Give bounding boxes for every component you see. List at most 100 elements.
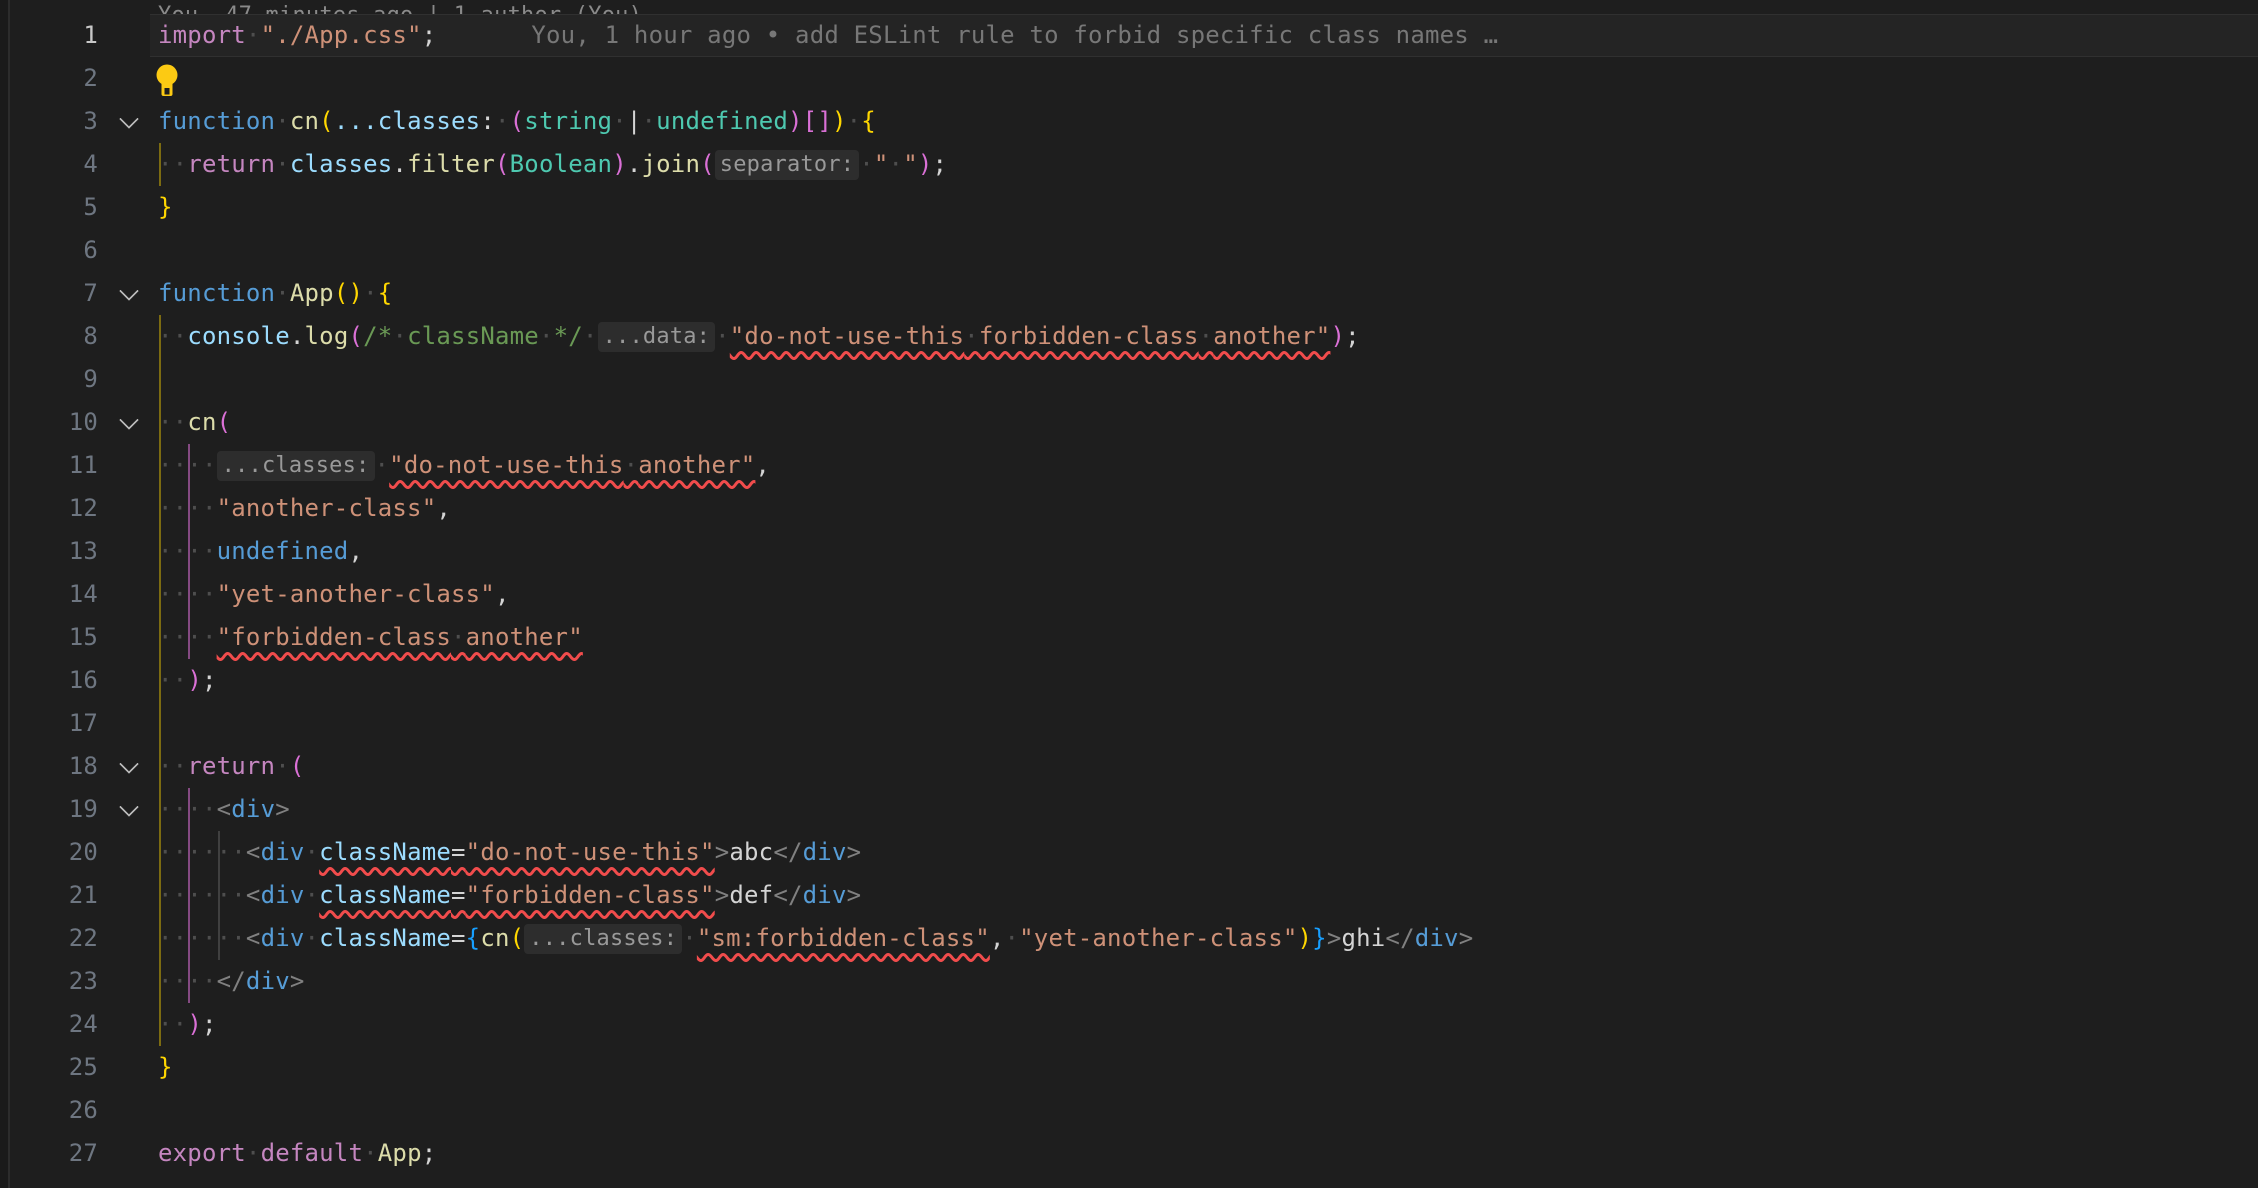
code-line-content[interactable]: function·cn(...classes:·(string·|·undefi… — [150, 100, 2258, 143]
code-line[interactable]: 26 — [0, 1089, 2258, 1132]
code-line[interactable]: 13 ····undefined, — [0, 530, 2258, 573]
fold-chevron-down-icon[interactable] — [119, 410, 139, 430]
code-line-content[interactable]: ····...classes:·"do-not-use-this·another… — [150, 444, 2258, 487]
code-line-content[interactable] — [150, 358, 2258, 401]
fold-gutter[interactable] — [98, 401, 150, 444]
code-line-content[interactable] — [150, 702, 2258, 745]
code-line[interactable]: 14 ····"yet-another-class", — [0, 573, 2258, 616]
code-line-content[interactable]: ····"another-class", — [150, 487, 2258, 530]
line-number[interactable]: 22 — [10, 917, 98, 960]
code-line[interactable]: 8 ··console.log(/*·className·*/·...data:·… — [0, 315, 2258, 358]
code-token: undefined — [656, 107, 788, 135]
line-number[interactable]: 5 — [10, 186, 98, 229]
code-line-content[interactable]: ··return·( — [150, 745, 2258, 788]
line-number[interactable]: 15 — [10, 616, 98, 659]
code-line[interactable]: 17 — [0, 702, 2258, 745]
code-token: , — [990, 924, 1005, 952]
line-number[interactable]: 13 — [10, 530, 98, 573]
line-number[interactable]: 17 — [10, 702, 98, 745]
code-line[interactable]: 7 function·App()·{ — [0, 272, 2258, 315]
code-line[interactable]: 21 ······<div·className="forbidden-class"… — [0, 874, 2258, 917]
code-line-content[interactable]: ······<div·className="do-not-use-this">a… — [150, 831, 2258, 874]
code-line-content[interactable] — [150, 1089, 2258, 1132]
line-number[interactable]: 14 — [10, 573, 98, 616]
line-number[interactable]: 9 — [10, 358, 98, 401]
code-line[interactable]: 24 ··); — [0, 1003, 2258, 1046]
quick-fix-lightbulb-icon[interactable] — [156, 64, 178, 98]
line-number[interactable]: 16 — [10, 659, 98, 702]
code-line[interactable]: 16 ··); — [0, 659, 2258, 702]
line-number[interactable]: 11 — [10, 444, 98, 487]
line-number[interactable]: 18 — [10, 745, 98, 788]
code-line[interactable]: 6 — [0, 229, 2258, 272]
whitespace-dots: ·· — [158, 150, 187, 178]
code-line-content[interactable]: } — [150, 1046, 2258, 1089]
code-line-content[interactable]: ······<div·className="forbidden-class">d… — [150, 874, 2258, 917]
code-editor[interactable]: You, 47 minutes ago | 1 author (You) 1 im… — [0, 0, 2258, 1188]
code-line[interactable]: 5} — [0, 186, 2258, 229]
line-number[interactable]: 10 — [10, 401, 98, 444]
code-line-content[interactable]: ······<div·className={cn(...classes:·"sm… — [150, 917, 2258, 960]
line-number[interactable]: 26 — [10, 1089, 98, 1132]
code-line[interactable]: 4 ··return·classes.filter(Boolean).join(s… — [0, 143, 2258, 186]
fold-gutter[interactable] — [98, 100, 150, 143]
codelens-text[interactable]: You, 47 minutes ago | 1 author (You) — [0, 2, 642, 14]
code-line-content[interactable]: ··console.log(/*·className·*/·...data:·"… — [150, 315, 2258, 358]
line-number[interactable]: 21 — [10, 874, 98, 917]
code-line[interactable]: 19 ····<div> — [0, 788, 2258, 831]
fold-chevron-down-icon[interactable] — [119, 281, 139, 301]
code-line-content[interactable]: } — [150, 186, 2258, 229]
code-line[interactable]: 1 import·"./App.css";You, 1 hour ago • ad… — [0, 14, 2258, 57]
code-line[interactable]: 11 ····...classes:·"do-not-use-this·anoth… — [0, 444, 2258, 487]
fold-gutter[interactable] — [98, 788, 150, 831]
fold-chevron-down-icon[interactable] — [119, 109, 139, 129]
code-line-content[interactable]: ····"yet-another-class", — [150, 573, 2258, 616]
line-number[interactable]: 20 — [10, 831, 98, 874]
fold-chevron-down-icon[interactable] — [119, 797, 139, 817]
code-line-content[interactable]: ··); — [150, 1003, 2258, 1046]
codelens-annotation[interactable]: You, 47 minutes ago | 1 author (You) — [0, 0, 2258, 14]
code-line[interactable]: 22 ······<div·className={cn(...classes:·"… — [0, 917, 2258, 960]
code-line-content[interactable]: ····<div> — [150, 788, 2258, 831]
code-line-content[interactable]: import·"./App.css";You, 1 hour ago • add… — [150, 14, 2258, 57]
code-line[interactable]: 25} — [0, 1046, 2258, 1089]
line-number[interactable]: 3 — [10, 100, 98, 143]
line-number[interactable]: 1 — [10, 14, 98, 57]
code-line[interactable]: 23 ····</div> — [0, 960, 2258, 1003]
line-number[interactable]: 24 — [10, 1003, 98, 1046]
code-line[interactable]: 20 ······<div·className="do-not-use-this"… — [0, 831, 2258, 874]
code-line[interactable]: 2 — [0, 57, 2258, 100]
line-number[interactable]: 6 — [10, 229, 98, 272]
code-token: ( — [510, 107, 525, 135]
line-number[interactable]: 4 — [10, 143, 98, 186]
code-line-content[interactable]: ····"forbidden-class·another" — [150, 616, 2258, 659]
code-line-content[interactable]: ··); — [150, 659, 2258, 702]
line-number[interactable]: 23 — [10, 960, 98, 1003]
code-line[interactable]: 3function·cn(...classes:·(string·|·undef… — [0, 100, 2258, 143]
code-token: cn — [290, 107, 319, 135]
code-line[interactable]: 10 ··cn( — [0, 401, 2258, 444]
code-line[interactable]: 12 ····"another-class", — [0, 487, 2258, 530]
line-number[interactable]: 12 — [10, 487, 98, 530]
fold-chevron-down-icon[interactable] — [119, 754, 139, 774]
code-line-content[interactable]: ····undefined, — [150, 530, 2258, 573]
line-number[interactable]: 7 — [10, 272, 98, 315]
fold-gutter[interactable] — [98, 272, 150, 315]
code-line-content[interactable] — [150, 229, 2258, 272]
code-line[interactable]: 18 ··return·( — [0, 745, 2258, 788]
line-number[interactable]: 19 — [10, 788, 98, 831]
code-line-content[interactable]: ····</div> — [150, 960, 2258, 1003]
line-number[interactable]: 25 — [10, 1046, 98, 1089]
code-line-content[interactable]: ··cn( — [150, 401, 2258, 444]
code-line[interactable]: 9 — [0, 358, 2258, 401]
line-number[interactable]: 2 — [10, 57, 98, 100]
line-number[interactable]: 27 — [10, 1132, 98, 1175]
code-line-content[interactable]: function·App()·{ — [150, 272, 2258, 315]
code-line[interactable]: 27 export·default·App; — [0, 1132, 2258, 1175]
code-line[interactable]: 15 ····"forbidden-class·another" — [0, 616, 2258, 659]
code-line-content[interactable]: ··return·classes.filter(Boolean).join(se… — [150, 143, 2258, 186]
code-line-content[interactable] — [150, 57, 2258, 100]
fold-gutter[interactable] — [98, 745, 150, 788]
code-line-content[interactable]: export·default·App; — [150, 1132, 2258, 1175]
line-number[interactable]: 8 — [10, 315, 98, 358]
